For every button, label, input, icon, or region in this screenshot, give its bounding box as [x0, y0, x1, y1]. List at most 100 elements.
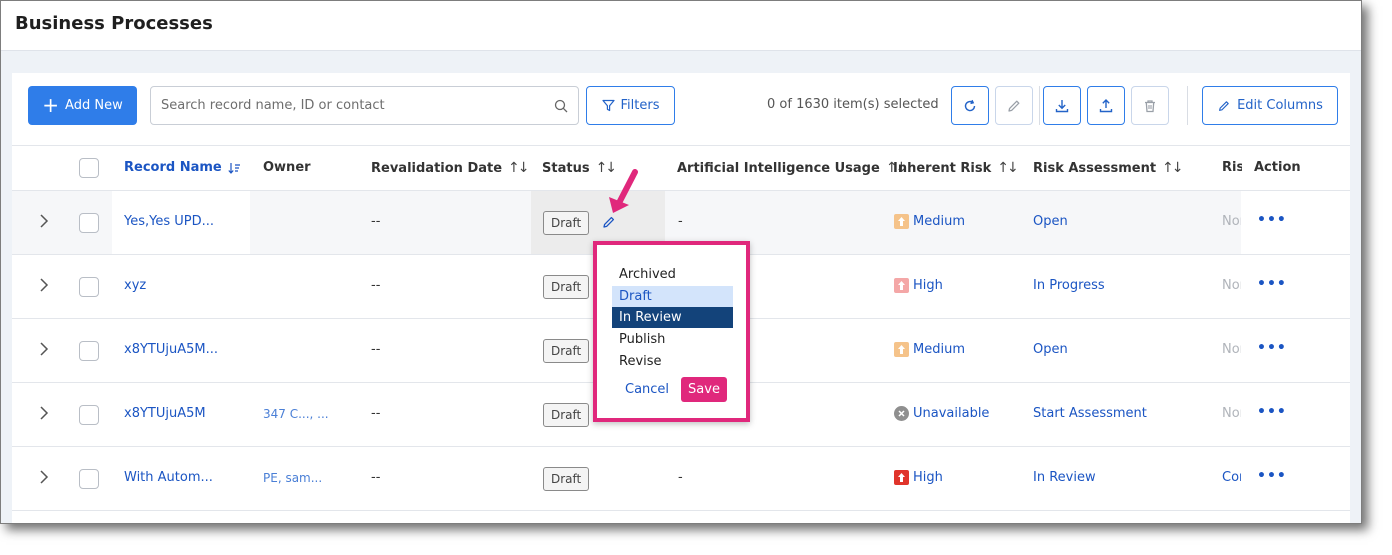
chevron-right-icon[interactable]	[38, 213, 50, 229]
status-badge: Draft	[543, 467, 590, 491]
risi-value: Cor	[1222, 470, 1241, 485]
pencil-icon[interactable]	[602, 215, 616, 229]
filter-icon	[601, 99, 615, 112]
column-header-action: Action	[1254, 160, 1301, 175]
risk-assessment-link[interactable]: Start Assessment	[1033, 406, 1147, 421]
risk-level-icon	[894, 214, 909, 229]
record-name-link[interactable]: xyz	[124, 278, 146, 293]
chevron-right-icon[interactable]	[38, 341, 50, 357]
status-option-revise[interactable]: Revise	[612, 351, 733, 372]
edit-icon	[1219, 100, 1229, 111]
sort-icon: ↑↓	[508, 160, 530, 176]
column-header-owner[interactable]: Owner	[263, 160, 311, 175]
sort-icon: ↑↓	[1162, 160, 1184, 176]
edit-columns-button[interactable]: Edit Columns	[1202, 86, 1338, 125]
sort-descending-icon	[228, 162, 240, 174]
refresh-button[interactable]	[951, 86, 989, 125]
row-actions-menu-button[interactable]: •••	[1257, 276, 1287, 292]
column-header-inherent-risk[interactable]: Inherent Risk ↑↓	[893, 160, 1019, 176]
column-header-risi[interactable]: Risi	[1222, 160, 1242, 175]
status-option-in-review[interactable]: In Review	[612, 307, 733, 328]
owner-link[interactable]: PE, sam...	[263, 471, 322, 485]
filters-label: Filters	[620, 98, 660, 113]
status-badge: Draft	[543, 211, 590, 235]
upload-icon	[1099, 98, 1113, 112]
risk-assessment-link[interactable]: Open	[1033, 214, 1068, 229]
risk-assessment-link[interactable]: In Progress	[1033, 278, 1105, 293]
status-badge: Draft	[543, 403, 590, 427]
inherent-risk-value[interactable]: Medium	[894, 214, 965, 229]
add-new-label: Add New	[65, 98, 123, 113]
search-input[interactable]: Search record name, ID or contact	[150, 86, 579, 125]
risi-value: Nor	[1222, 406, 1241, 421]
risk-level-icon	[894, 470, 909, 485]
chevron-right-icon[interactable]	[38, 405, 50, 421]
inherent-risk-value[interactable]: High	[894, 470, 943, 485]
column-header-record-name[interactable]: Record Name	[124, 160, 241, 175]
risk-assessment-link[interactable]: In Review	[1033, 470, 1096, 485]
row-actions-menu-button[interactable]: •••	[1257, 404, 1287, 420]
column-header-ai-usage[interactable]: Artificial Intelligence Usage ↑↓	[677, 160, 907, 176]
refresh-icon	[964, 99, 976, 111]
toolbar-divider	[1039, 86, 1040, 125]
row-checkbox[interactable]	[79, 469, 99, 489]
save-button[interactable]: Save	[681, 377, 727, 402]
risi-value: Nor	[1222, 214, 1241, 229]
row-checkbox[interactable]	[79, 213, 99, 233]
upload-button[interactable]	[1087, 86, 1125, 125]
record-name-link[interactable]: With Autom...	[124, 470, 213, 485]
inherent-risk-value[interactable]: High	[894, 278, 943, 293]
bulk-edit-button[interactable]	[995, 86, 1033, 125]
edit-columns-label: Edit Columns	[1237, 98, 1323, 113]
risk-level-icon	[894, 342, 909, 357]
revalidation-date: --	[371, 214, 381, 229]
filters-button[interactable]: Filters	[586, 86, 675, 125]
plus-icon: +	[42, 92, 60, 117]
revalidation-date: --	[371, 470, 381, 485]
inherent-risk-value[interactable]: Unavailable	[894, 406, 989, 421]
search-placeholder: Search record name, ID or contact	[161, 98, 385, 113]
ai-usage-value: -	[678, 470, 683, 485]
row-checkbox[interactable]	[79, 341, 99, 361]
table-row[interactable]: With Autom... PE, sam... -- Draft - High In Re…	[12, 447, 1350, 511]
risk-level-icon	[894, 278, 909, 293]
record-name-link[interactable]: x8YTUjuA5M...	[124, 342, 218, 357]
row-checkbox[interactable]	[79, 405, 99, 425]
chevron-right-icon[interactable]	[38, 469, 50, 485]
inherent-risk-value[interactable]: Medium	[894, 342, 965, 357]
select-all-checkbox[interactable]	[79, 158, 99, 178]
title-bar: Business Processes	[1, 1, 1361, 51]
add-new-button[interactable]: + Add New	[28, 86, 137, 125]
revalidation-date: --	[371, 406, 381, 421]
record-name-link[interactable]: Yes,Yes UPD...	[124, 214, 214, 229]
status-badge: Draft	[543, 275, 590, 299]
delete-button[interactable]	[1131, 86, 1169, 125]
status-option-publish[interactable]: Publish	[612, 329, 733, 350]
risi-value: Nor	[1222, 342, 1241, 357]
risk-assessment-link[interactable]: Open	[1033, 342, 1068, 357]
download-button[interactable]	[1043, 86, 1081, 125]
record-name-link[interactable]: x8YTUjuA5M	[124, 406, 206, 421]
status-option-draft[interactable]: Draft	[612, 286, 733, 307]
page-title: Business Processes	[15, 13, 213, 34]
table-header: Record Name Owner Revalidation Date ↑↓ St…	[12, 145, 1350, 191]
row-actions-menu-button[interactable]: •••	[1257, 212, 1287, 228]
owner-link[interactable]: 347 C..., ...	[263, 407, 329, 421]
status-option-archived[interactable]: Archived	[612, 264, 733, 285]
column-header-revalidation-date[interactable]: Revalidation Date ↑↓	[371, 160, 530, 176]
revalidation-date: --	[371, 342, 381, 357]
cancel-button[interactable]: Cancel	[625, 382, 669, 397]
trash-icon	[1145, 99, 1155, 112]
row-actions-menu-button[interactable]: •••	[1257, 340, 1287, 356]
chevron-right-icon[interactable]	[38, 277, 50, 293]
edit-icon	[1008, 100, 1020, 112]
row-actions-menu-button[interactable]: •••	[1257, 468, 1287, 484]
column-header-risk-assessment[interactable]: Risk Assessment ↑↓	[1033, 160, 1184, 176]
download-icon	[1055, 99, 1069, 112]
annotation-arrow-icon	[609, 169, 638, 213]
row-checkbox[interactable]	[79, 277, 99, 297]
risi-value: Nor	[1222, 278, 1241, 293]
search-icon	[554, 99, 568, 112]
ai-usage-value: -	[678, 214, 683, 229]
records-panel: + Add New Search record name, ID or cont…	[12, 73, 1350, 523]
